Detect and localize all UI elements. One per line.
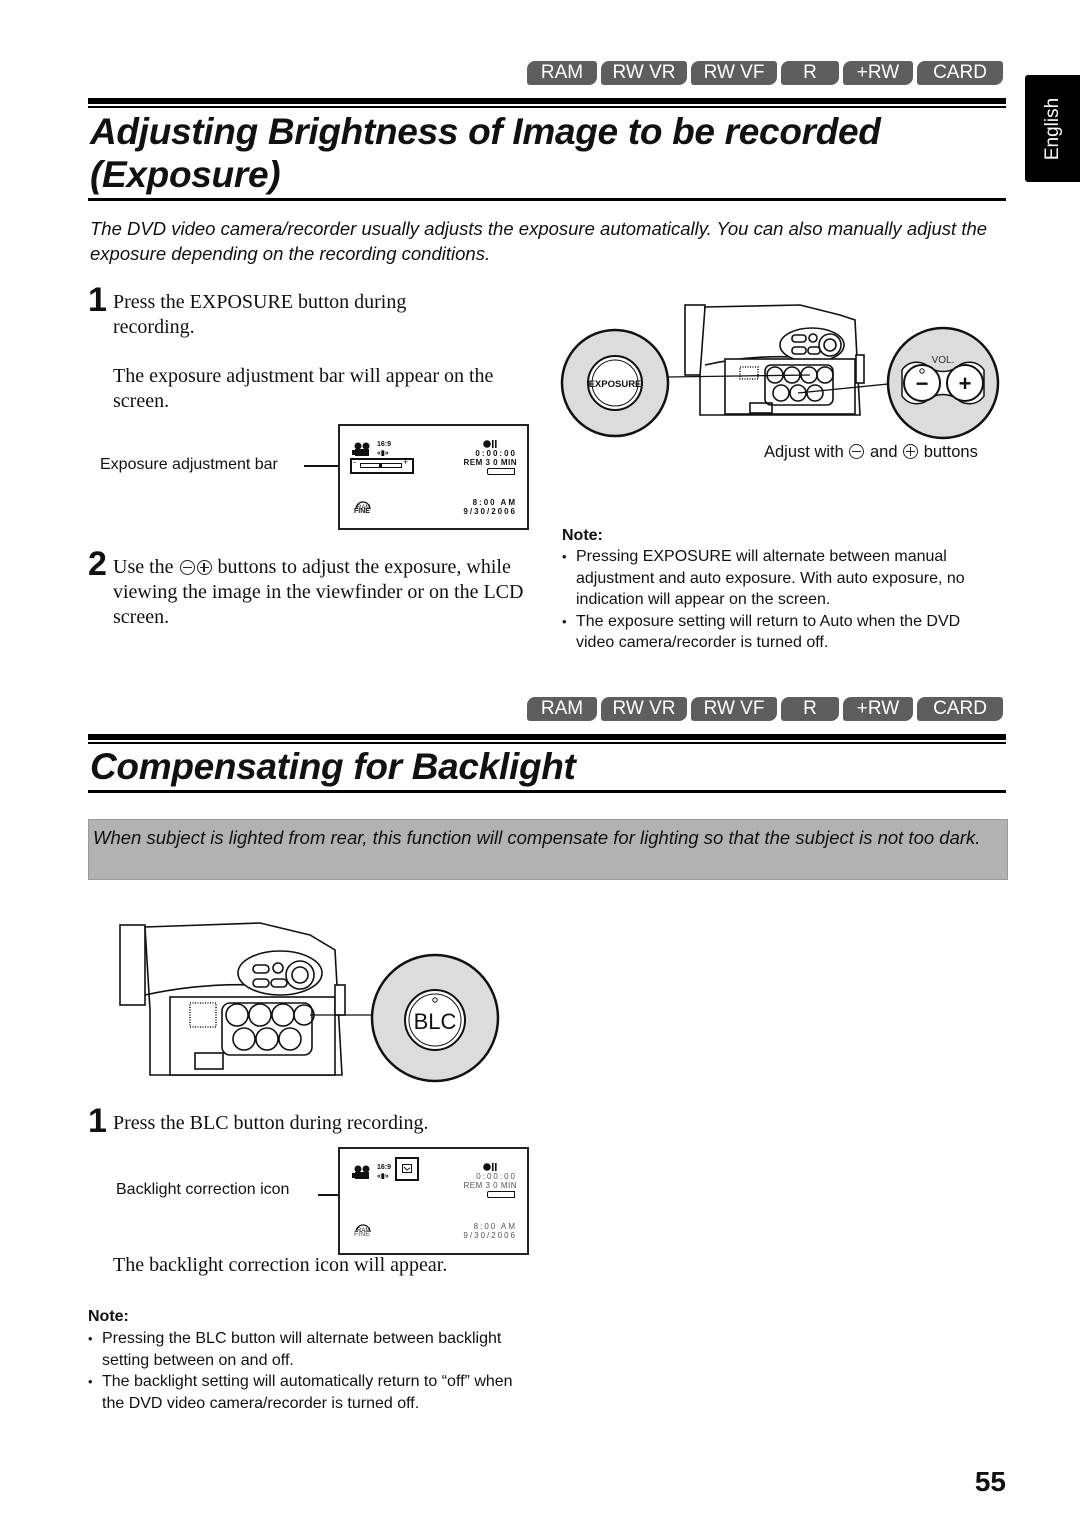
- badge-plus-rw: +RW: [843, 697, 913, 721]
- media-badges-top: RAM RW VR RW VF R +RW CARD: [527, 61, 1003, 85]
- section1-bottom-rule: [88, 198, 1006, 201]
- note2-item: The backlight setting will automatically…: [86, 1371, 536, 1414]
- page-number: 55: [974, 1466, 1006, 1497]
- adjust-caption-after: buttons: [923, 443, 978, 461]
- camcorder-body: [684, 304, 865, 416]
- plus-circle-icon: [903, 444, 919, 459]
- step1-text: Press the EXPOSURE button during recordi…: [113, 291, 407, 338]
- note1-list: Pressing EXPOSURE will alternate between…: [560, 546, 1000, 654]
- step2-text: Use the buttons to adjust the exposure, …: [113, 555, 533, 630]
- blc-step1-result: The backlight correction icon will appea…: [113, 1254, 448, 1276]
- badge-rw-vf: RW VF: [691, 697, 777, 721]
- exposure-osd-screen: 16:9 «▮» - + 0:00:00 REM 3 0 MIN RAM FIN…: [338, 424, 529, 530]
- quality-label: FINE: [354, 1231, 370, 1238]
- adjust-caption-before: Adjust with: [764, 443, 844, 461]
- exposure-bar-callout: Exposure adjustment bar: [100, 456, 278, 473]
- badge-r: R: [781, 697, 839, 721]
- backlight-correction-icon-frame: [395, 1157, 419, 1181]
- remaining-time: REM 3 0 MIN: [463, 458, 517, 467]
- section1-top-rule: [88, 98, 1006, 104]
- badge-rw-vr: RW VR: [601, 61, 687, 85]
- note2-list: Pressing the BLC button will alternate b…: [86, 1328, 536, 1414]
- badge-ram: RAM: [527, 61, 597, 85]
- camera-mode-icon: [352, 1165, 370, 1179]
- adjust-caption: Adjust with and buttons: [764, 443, 978, 462]
- blc-step1-number: 1: [88, 1102, 107, 1140]
- section2-title: Compensating for Backlight: [90, 746, 576, 787]
- battery-icon: [487, 1191, 515, 1198]
- note2-item: Pressing the BLC button will alternate b…: [86, 1328, 536, 1371]
- section1-title-line1: Adjusting Brightness of Image to be reco…: [90, 111, 881, 152]
- note1-item: The exposure setting will return to Auto…: [560, 611, 1000, 654]
- blc-step1-text: Press the BLC button during recording.: [113, 1112, 429, 1134]
- note1-item: Pressing EXPOSURE will alternate between…: [560, 546, 1000, 611]
- section1-top-rule-thin: [88, 106, 1006, 108]
- exposure-adjustment-bar: - +: [350, 457, 414, 474]
- blc-osd-screen: 16:9 «▮» 0:00:00 REM 3 0 MIN RAM FINE 8:…: [338, 1147, 529, 1255]
- clock-date: 9/30/2006: [463, 1231, 517, 1240]
- section1-intro: The DVD video camera/recorder usually ad…: [90, 218, 988, 264]
- camera-mode-icon: [352, 442, 370, 456]
- camcorder-body: [119, 922, 346, 1076]
- section1-title-line2: (Exposure): [90, 154, 281, 195]
- section1-title: Adjusting Brightness of Image to be reco…: [90, 110, 881, 196]
- badge-r: R: [781, 61, 839, 85]
- language-label: English: [1041, 97, 1063, 160]
- badge-ram: RAM: [527, 697, 597, 721]
- badge-card: CARD: [917, 697, 1003, 721]
- quality-label: FINE: [354, 508, 370, 515]
- vol-label: VOL.: [932, 355, 955, 366]
- section2-intro: When subject is lighted from rear, this …: [88, 819, 1008, 880]
- bar-level-marker: [379, 463, 382, 468]
- step1-number: 1: [88, 281, 107, 319]
- plus-circle-icon: [196, 560, 212, 575]
- remaining-time: REM 3 0 MIN: [463, 1181, 517, 1190]
- section2-bottom-rule: [88, 790, 1006, 793]
- record-pause-icon: [483, 440, 497, 448]
- stabilizer-icon: «▮»: [377, 450, 389, 457]
- language-tab: English: [1025, 75, 1080, 182]
- backlight-correction-icon: [402, 1164, 412, 1173]
- stabilizer-icon: «▮»: [377, 1173, 389, 1180]
- aspect-ratio: 16:9: [377, 441, 392, 448]
- minus-circle-icon: [849, 444, 865, 459]
- step2-number: 2: [88, 545, 107, 583]
- record-pause-icon: [483, 1163, 497, 1171]
- adjust-caption-mid: and: [869, 443, 898, 461]
- clock-time: 8:00 AM: [472, 498, 517, 507]
- step1-detail: The exposure adjustment bar will appear …: [113, 365, 494, 412]
- clock-date: 9/30/2006: [463, 507, 517, 516]
- minus-circle-icon: [179, 560, 195, 575]
- note1-title: Note:: [562, 527, 603, 544]
- badge-rw-vr: RW VR: [601, 697, 687, 721]
- camcorder-exposure-illustration: EXPOSURE VOL. − +: [560, 304, 1000, 440]
- media-badges-bottom: RAM RW VR RW VF R +RW CARD: [527, 697, 1003, 721]
- section2-top-rule-thin: [88, 742, 1006, 744]
- note2-title: Note:: [88, 1308, 129, 1325]
- exposure-button-label: EXPOSURE: [589, 379, 642, 390]
- step2-text-before: Use the: [113, 556, 174, 578]
- timecode: 0:00:00: [476, 1172, 517, 1181]
- aspect-ratio: 16:9: [377, 1164, 392, 1171]
- bar-track: [360, 463, 402, 468]
- blc-button-label: BLC: [414, 1009, 457, 1034]
- section2-top-rule: [88, 734, 1006, 740]
- vol-button-callout-circle: [886, 326, 1000, 440]
- bar-plus: +: [403, 457, 409, 467]
- vol-plus-button: +: [959, 371, 972, 396]
- timecode: 0:00:00: [475, 449, 517, 458]
- battery-icon: [487, 468, 515, 475]
- clock-time: 8:00 AM: [473, 1222, 517, 1231]
- badge-card: CARD: [917, 61, 1003, 85]
- backlight-icon-callout: Backlight correction icon: [116, 1181, 290, 1198]
- badge-rw-vf: RW VF: [691, 61, 777, 85]
- bar-minus: -: [353, 457, 356, 467]
- vol-minus-button: −: [916, 371, 929, 396]
- step2-text-after: buttons to adjust the exposure, while vi…: [113, 556, 524, 628]
- camcorder-blc-illustration: BLC: [119, 922, 500, 1083]
- badge-plus-rw: +RW: [843, 61, 913, 85]
